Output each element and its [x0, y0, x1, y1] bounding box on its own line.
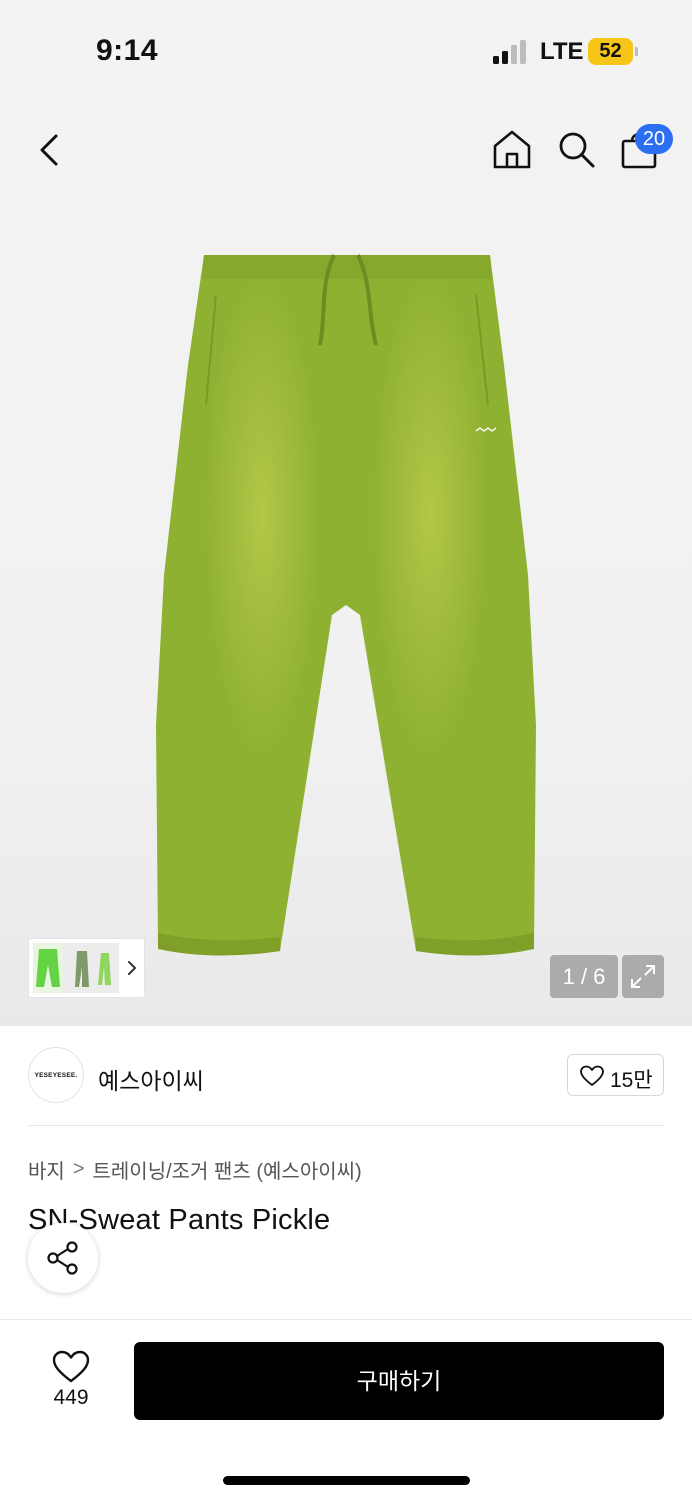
breadcrumb-subcategory[interactable]: 트레이닝/조거 팬츠 (예스아이씨) — [93, 1161, 362, 1183]
page-counter: 1 / 6 — [550, 955, 618, 998]
chevron-right-icon[interactable] — [125, 957, 139, 979]
home-indicator[interactable] — [223, 1476, 470, 1485]
battery-icon: 52 — [588, 38, 638, 65]
brand-name[interactable]: 예스아이씨 — [98, 1062, 204, 1096]
share-button[interactable] — [28, 1223, 98, 1293]
breadcrumb: 바지 > 트레이닝/조거 팬츠 (예스아이씨) — [28, 1155, 362, 1183]
status-bar: 9:14 LTE 52 — [0, 0, 692, 100]
thumbnail-image[interactable] — [33, 943, 119, 993]
heart-icon — [580, 1065, 604, 1086]
thumbnail-strip[interactable] — [28, 938, 145, 998]
expand-button[interactable] — [622, 955, 664, 998]
buy-button[interactable]: 구매하기 — [134, 1342, 664, 1420]
divider — [28, 1125, 664, 1126]
product-image[interactable] — [150, 245, 542, 965]
share-icon — [47, 1241, 78, 1275]
bottom-action-bar: 449 구매하기 — [0, 1319, 692, 1500]
brand-row: YESEYESEE. 예스아이씨 15만 — [28, 1046, 664, 1106]
cellular-signal-icon — [493, 40, 526, 64]
home-icon[interactable] — [490, 127, 534, 171]
search-icon[interactable] — [554, 127, 598, 171]
wishlist-count: 449 — [53, 1386, 89, 1409]
expand-icon — [631, 965, 655, 988]
breadcrumb-separator: > — [72, 1158, 85, 1180]
battery-level: 52 — [599, 40, 622, 62]
back-arrow-icon[interactable] — [30, 128, 70, 172]
breadcrumb-category[interactable]: 바지 — [28, 1161, 65, 1183]
wishlist-button[interactable]: 449 — [40, 1346, 102, 1416]
heart-icon — [52, 1350, 90, 1383]
brand-like-button[interactable]: 15만 — [567, 1054, 664, 1096]
status-time: 9:14 — [96, 34, 159, 67]
cart-count-badge: 20 — [635, 124, 673, 154]
network-type: LTE — [540, 38, 584, 65]
brand-like-count: 15만 — [610, 1069, 653, 1092]
brand-logo[interactable]: YESEYESEE. — [28, 1047, 84, 1103]
